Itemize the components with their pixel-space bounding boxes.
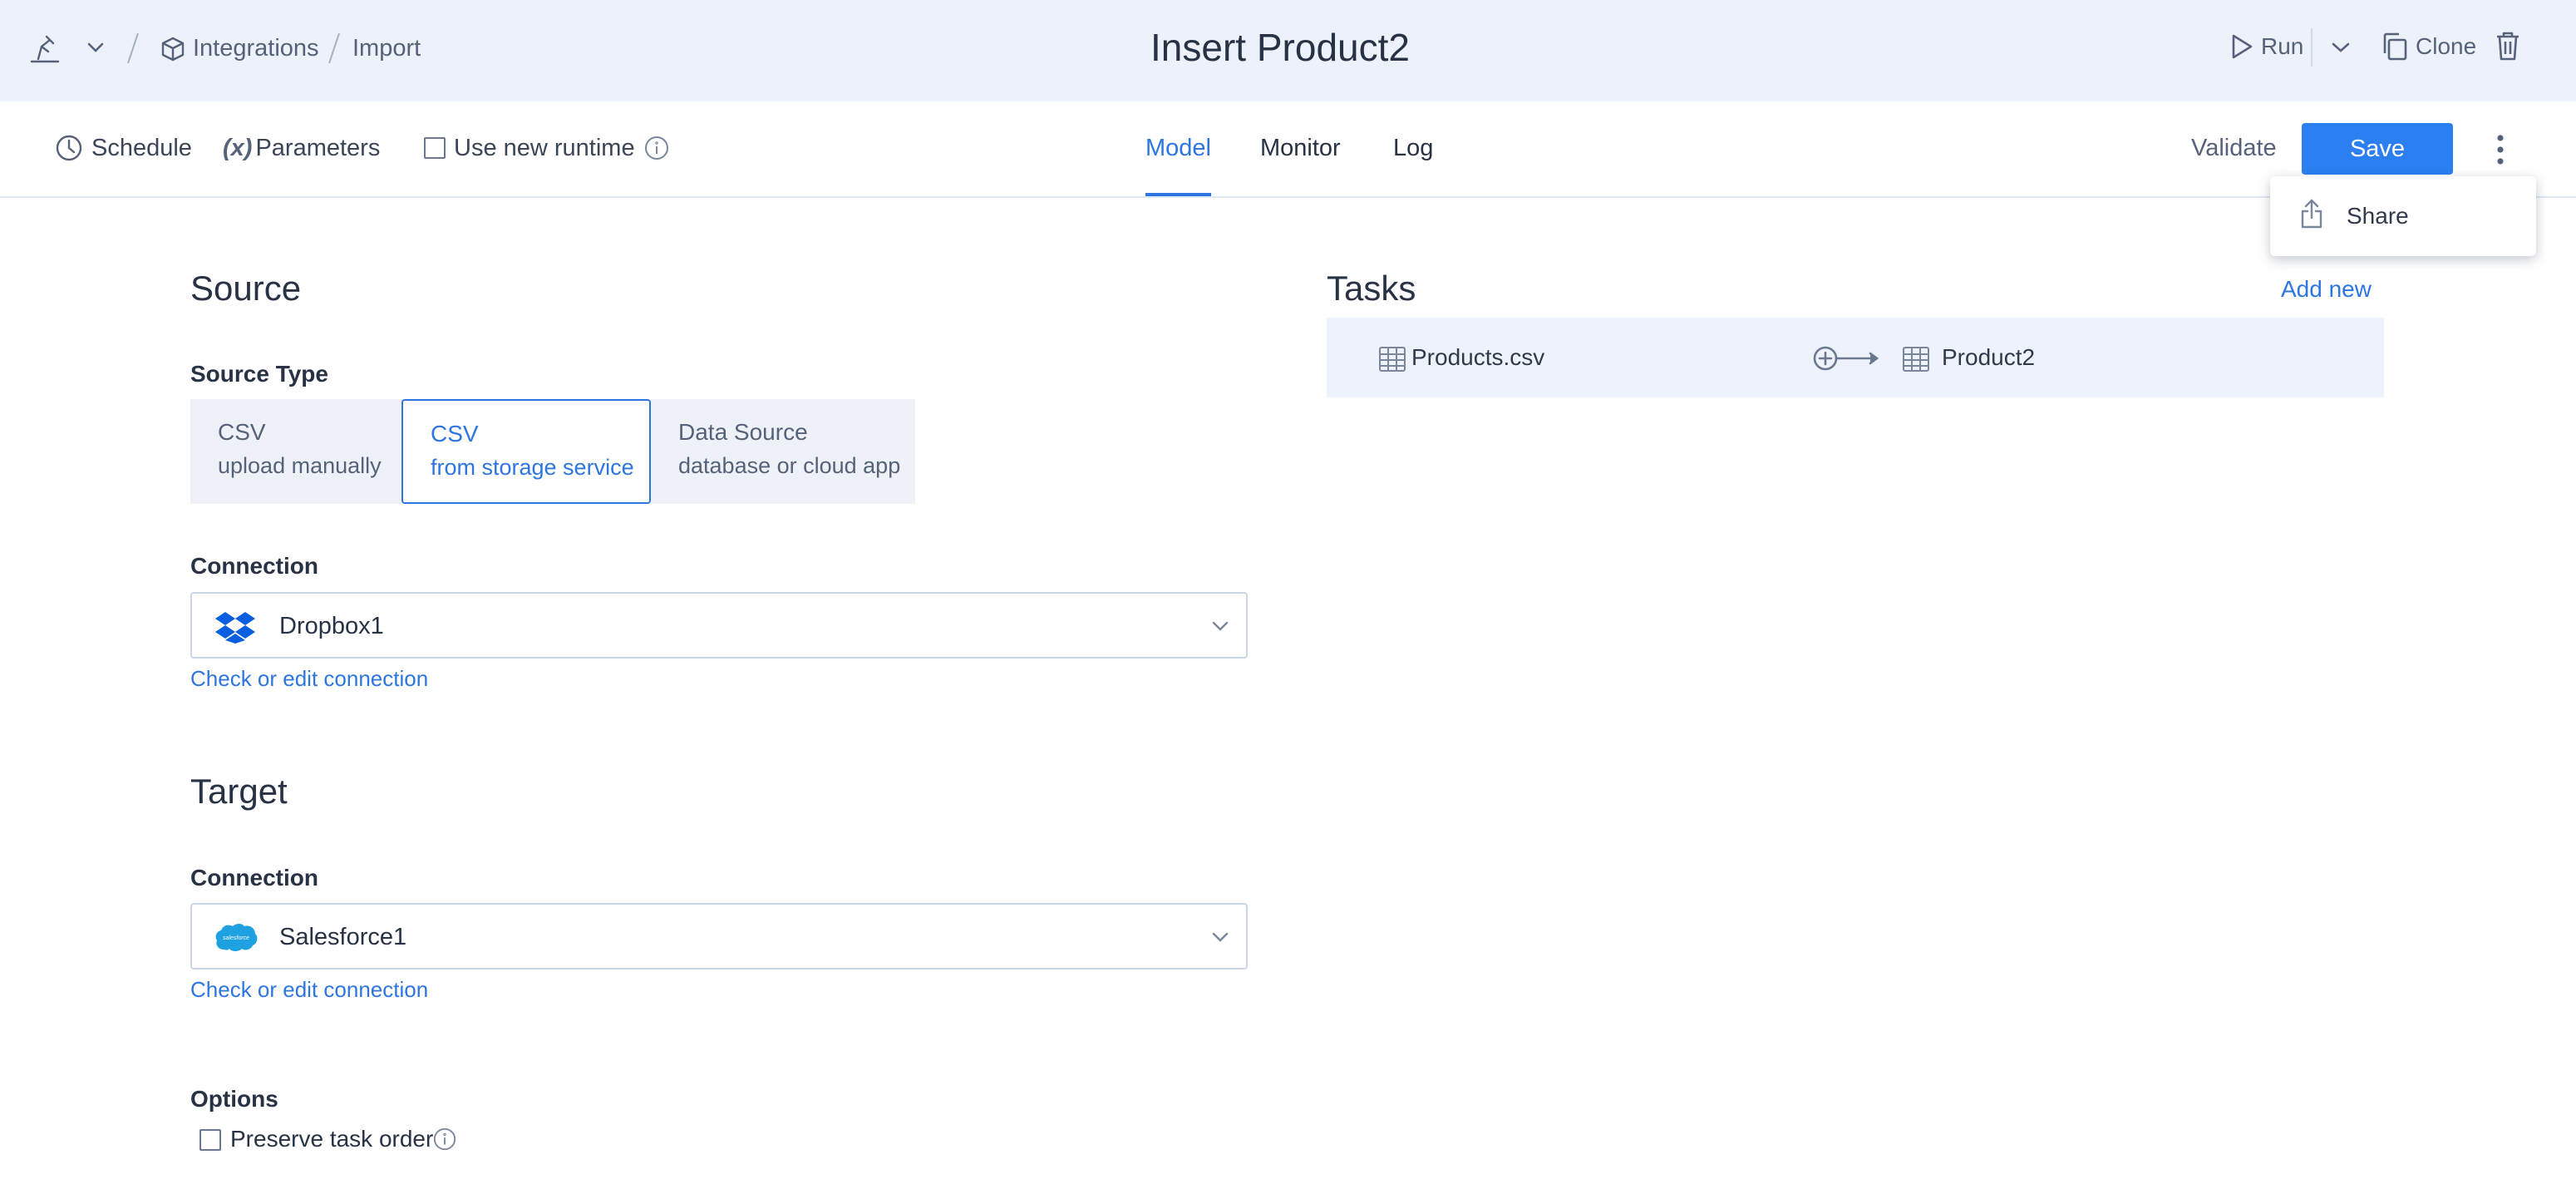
dropbox-icon (215, 612, 255, 644)
source-type-data-source[interactable]: Data Source database or cloud app (651, 399, 915, 504)
chevron-down-icon[interactable] (86, 42, 105, 53)
copy-icon (2383, 32, 2407, 61)
play-icon (2232, 34, 2253, 59)
source-connection-label: Connection (190, 553, 318, 579)
save-button[interactable]: Save (2302, 123, 2453, 175)
source-type-subtitle: from storage service (431, 455, 634, 480)
run-label: Run (2261, 33, 2304, 59)
target-connection-label: Connection (190, 865, 318, 891)
parameters-button[interactable]: (x) Parameters (223, 131, 380, 165)
source-type-title: Data Source (678, 419, 808, 445)
package-icon (160, 36, 186, 62)
clone-label: Clone (2416, 33, 2477, 59)
chevron-down-icon (1212, 621, 1229, 631)
menu-item-share-label: Share (2347, 203, 2409, 229)
menu-item-share[interactable]: Share (2270, 176, 2536, 256)
tab-model[interactable]: Model (1145, 131, 1211, 165)
header-divider (2311, 28, 2312, 67)
share-icon (2301, 199, 2322, 229)
schedule-button[interactable]: Schedule (55, 131, 192, 165)
tab-monitor[interactable]: Monitor (1260, 131, 1341, 165)
tasks-heading: Tasks (1327, 269, 1416, 308)
trash-icon[interactable] (2495, 30, 2521, 62)
salesforce-icon: salesforce (215, 924, 258, 951)
table-icon (1379, 347, 1406, 372)
parameters-label: Parameters (255, 135, 381, 161)
clock-icon (56, 135, 82, 161)
info-icon[interactable] (643, 135, 670, 161)
source-type-label: Source Type (190, 361, 328, 387)
breadcrumb-import[interactable]: Import (352, 32, 421, 65)
options-label: Options (190, 1086, 278, 1112)
more-options-menu: Share (2270, 176, 2536, 256)
schedule-label: Schedule (91, 135, 192, 161)
more-options-icon[interactable] (2494, 133, 2507, 166)
table-icon (1903, 347, 1929, 372)
preserve-task-order-checkbox[interactable] (199, 1129, 221, 1151)
source-connection-value: Dropbox1 (279, 613, 384, 639)
source-type-subtitle: database or cloud app (678, 453, 901, 478)
target-heading: Target (190, 772, 288, 811)
run-button[interactable]: Run (2229, 30, 2303, 63)
target-check-connection-link[interactable]: Check or edit connection (190, 974, 428, 1004)
use-new-runtime-toggle[interactable]: Use new runtime (424, 131, 670, 165)
source-type-subtitle: upload manually (218, 453, 382, 478)
app-logo-icon[interactable] (28, 32, 62, 65)
task-source-name: Products.csv (1411, 344, 1545, 370)
preserve-task-order-label[interactable]: Preserve task order (230, 1122, 433, 1156)
chevron-down-icon (1212, 932, 1229, 942)
source-type-title: CSV (218, 419, 266, 445)
source-heading: Source (190, 269, 302, 308)
use-new-runtime-label: Use new runtime (454, 135, 635, 161)
page-title: Insert Product2 (1150, 26, 1410, 69)
source-type-csv-upload[interactable]: CSV upload manually (190, 399, 402, 504)
tab-log[interactable]: Log (1393, 131, 1433, 165)
tab-model-underline (1145, 193, 1211, 196)
breadcrumb-separator (326, 30, 342, 67)
breadcrumb-separator (125, 30, 141, 67)
source-check-connection-link[interactable]: Check or edit connection (190, 664, 428, 693)
source-type-csv-storage[interactable]: CSV from storage service (401, 399, 651, 504)
target-connection-select[interactable]: salesforce Salesforce1 (190, 903, 1248, 970)
target-connection-value: Salesforce1 (279, 924, 407, 950)
variable-icon: (x) (223, 135, 253, 161)
add-new-task-link[interactable]: Add new (2281, 274, 2372, 304)
info-icon[interactable] (432, 1127, 457, 1152)
task-target-name: Product2 (1942, 344, 2036, 370)
task-row[interactable]: Products.csv Product2 (1327, 318, 2384, 397)
use-new-runtime-checkbox[interactable] (424, 137, 446, 159)
insert-arrow-icon (1813, 346, 1879, 371)
source-type-title: CSV (431, 421, 479, 447)
validate-button[interactable]: Validate (2191, 131, 2277, 165)
clone-button[interactable]: Clone (2381, 30, 2476, 63)
breadcrumb-integrations[interactable]: Integrations (193, 32, 319, 65)
svg-text:salesforce: salesforce (223, 935, 249, 941)
run-options-chevron-icon[interactable] (2331, 42, 2351, 53)
source-connection-select[interactable]: Dropbox1 (190, 592, 1248, 659)
